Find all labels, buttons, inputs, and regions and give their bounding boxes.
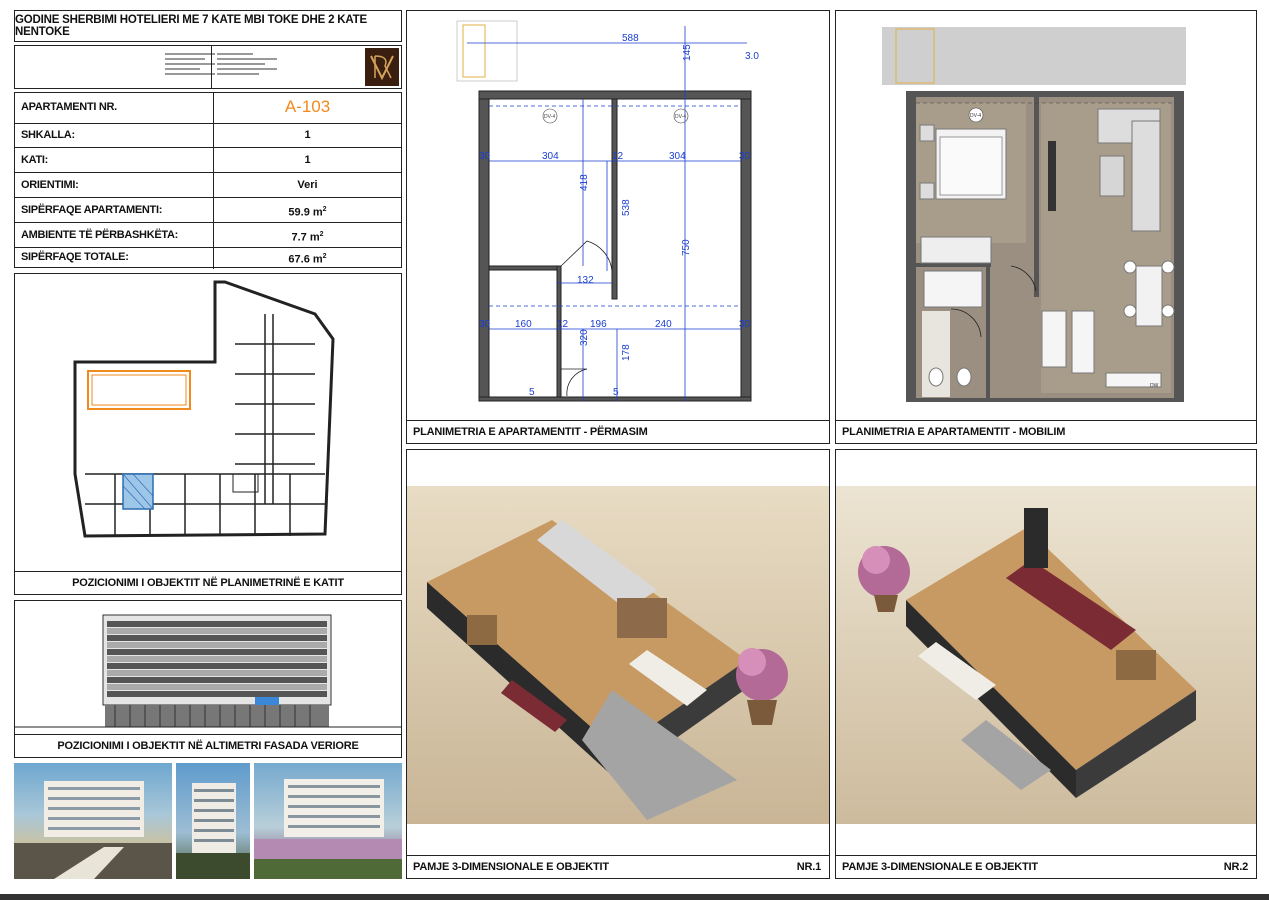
dim-12b: 12 bbox=[557, 319, 569, 330]
view-3d-panel-2: PAMJE 3-DIMENSIONALE E OBJEKTIT NR.2 bbox=[835, 449, 1257, 879]
door-tag-3: DV-4 bbox=[970, 113, 981, 119]
dim-304a: 304 bbox=[542, 151, 559, 162]
info-label: KATI: bbox=[21, 154, 49, 166]
door-tag-1: DV-4 bbox=[544, 114, 555, 120]
info-value: 67.6 m2 bbox=[213, 245, 401, 269]
facade-position-panel: POZICIONIMI I OBJEKTIT NË ALTIMETRI FASA… bbox=[14, 600, 402, 758]
view-3d-render-1 bbox=[407, 486, 829, 824]
info-label: SHKALLA: bbox=[21, 129, 75, 141]
info-row-shkalla: SHKALLA: 1 bbox=[15, 123, 401, 148]
plan-dimensions-caption: PLANIMETRIA E APARTAMENTIT - PËRMASIM bbox=[407, 420, 829, 443]
info-label: APARTAMENTI NR. bbox=[21, 101, 117, 113]
floor-plan-drawing bbox=[73, 280, 335, 538]
building-photos-strip bbox=[14, 763, 402, 879]
dim-320: 320 bbox=[579, 329, 590, 346]
dim-12a: 12 bbox=[612, 151, 624, 162]
info-row-kati: KATI: 1 bbox=[15, 148, 401, 173]
dim-304b: 304 bbox=[669, 151, 686, 162]
dishwasher-label: DW bbox=[1150, 383, 1159, 389]
dim-3: 3.0 bbox=[745, 51, 759, 62]
dim-30a: 30 bbox=[479, 151, 491, 162]
company-text-right bbox=[217, 50, 277, 86]
dim-196: 196 bbox=[590, 319, 607, 330]
dim-5b: 5 bbox=[613, 387, 619, 398]
dim-132: 132 bbox=[577, 275, 594, 286]
view-3d-caption-2: PAMJE 3-DIMENSIONALE E OBJEKTIT NR.2 bbox=[836, 855, 1256, 878]
dim-588: 588 bbox=[622, 33, 639, 44]
dim-538: 538 bbox=[621, 199, 632, 216]
dim-178: 178 bbox=[621, 344, 632, 361]
plan-dimensions-drawing: 588 145 3.0 30 304 12 304 30 418 538 750… bbox=[456, 20, 759, 402]
view-3d-caption-1: PAMJE 3-DIMENSIONALE E OBJEKTIT NR.1 bbox=[407, 855, 829, 878]
view-3d-number-1: NR.1 bbox=[796, 861, 821, 873]
view-3d-render-2 bbox=[836, 486, 1256, 824]
plan-dimensions-panel: 588 145 3.0 30 304 12 304 30 418 538 750… bbox=[406, 10, 830, 444]
dim-30d: 30 bbox=[739, 319, 751, 330]
dim-5a: 5 bbox=[529, 387, 535, 398]
info-label: SIPËRFAQE APARTAMENTI: bbox=[21, 204, 163, 216]
floor-position-caption: POZICIONIMI I OBJEKTIT NË PLANIMETRINË E… bbox=[15, 571, 401, 594]
dim-30c: 30 bbox=[479, 319, 491, 330]
plan-furnished-panel: DV-4 DW PLANIMETRIA E APARTAMENTIT - MOB… bbox=[835, 10, 1257, 444]
company-logo bbox=[365, 48, 399, 86]
info-value: Veri bbox=[213, 173, 401, 197]
info-value: 1 bbox=[213, 148, 401, 172]
dim-750: 750 bbox=[681, 239, 692, 256]
building-photo-1 bbox=[14, 763, 172, 879]
view-3d-panel-1: PAMJE 3-DIMENSIONALE E OBJEKTIT NR.1 bbox=[406, 449, 830, 879]
company-text-left bbox=[165, 50, 215, 86]
info-value: 7.7 m2 bbox=[213, 223, 401, 247]
floor-position-panel: POZICIONIMI I OBJEKTIT NË PLANIMETRINË E… bbox=[14, 273, 402, 595]
logo-box bbox=[14, 45, 402, 89]
page-title: GODINE SHERBIMI HOTELIERI ME 7 KATE MBI … bbox=[15, 14, 367, 38]
header-title-box: GODINE SHERBIMI HOTELIERI ME 7 KATE MBI … bbox=[14, 10, 402, 42]
info-row-totale: SIPËRFAQE TOTALE: 67.6 m2 bbox=[15, 245, 401, 269]
building-photo-2 bbox=[176, 763, 250, 879]
info-value: 1 bbox=[213, 123, 401, 147]
view-3d-number-2: NR.2 bbox=[1223, 861, 1248, 873]
dim-418: 418 bbox=[579, 174, 590, 191]
info-row-apartment: APARTAMENTI NR. A-103 bbox=[15, 93, 401, 124]
info-row-siperfaqe-ap: SIPËRFAQE APARTAMENTI: 59.9 m2 bbox=[15, 198, 401, 223]
info-label: AMBIENTE TË PËRBASHKËTA: bbox=[21, 229, 178, 241]
building-photo-3 bbox=[254, 763, 402, 879]
dim-160: 160 bbox=[515, 319, 532, 330]
apartment-info-table: APARTAMENTI NR. A-103 SHKALLA: 1 KATI: 1… bbox=[14, 92, 402, 269]
bottom-bar bbox=[0, 894, 1269, 900]
info-row-orientimi: ORIENTIMI: Veri bbox=[15, 173, 401, 198]
facade-position-caption: POZICIONIMI I OBJEKTIT NË ALTIMETRI FASA… bbox=[15, 734, 401, 757]
apartment-number: A-103 bbox=[213, 93, 401, 123]
info-value: 59.9 m2 bbox=[213, 198, 401, 222]
facade-drawing bbox=[15, 614, 401, 728]
plan-furnished-drawing: DV-4 DW bbox=[882, 27, 1186, 402]
dim-240: 240 bbox=[655, 319, 672, 330]
plan-furnished-caption: PLANIMETRIA E APARTAMENTIT - MOBILIM bbox=[836, 420, 1256, 443]
door-tag-2: DV-4 bbox=[675, 114, 686, 120]
dim-145: 145 bbox=[682, 44, 693, 61]
info-label: SIPËRFAQE TOTALE: bbox=[21, 251, 129, 263]
info-label: ORIENTIMI: bbox=[21, 179, 79, 191]
dim-30b: 30 bbox=[739, 151, 751, 162]
